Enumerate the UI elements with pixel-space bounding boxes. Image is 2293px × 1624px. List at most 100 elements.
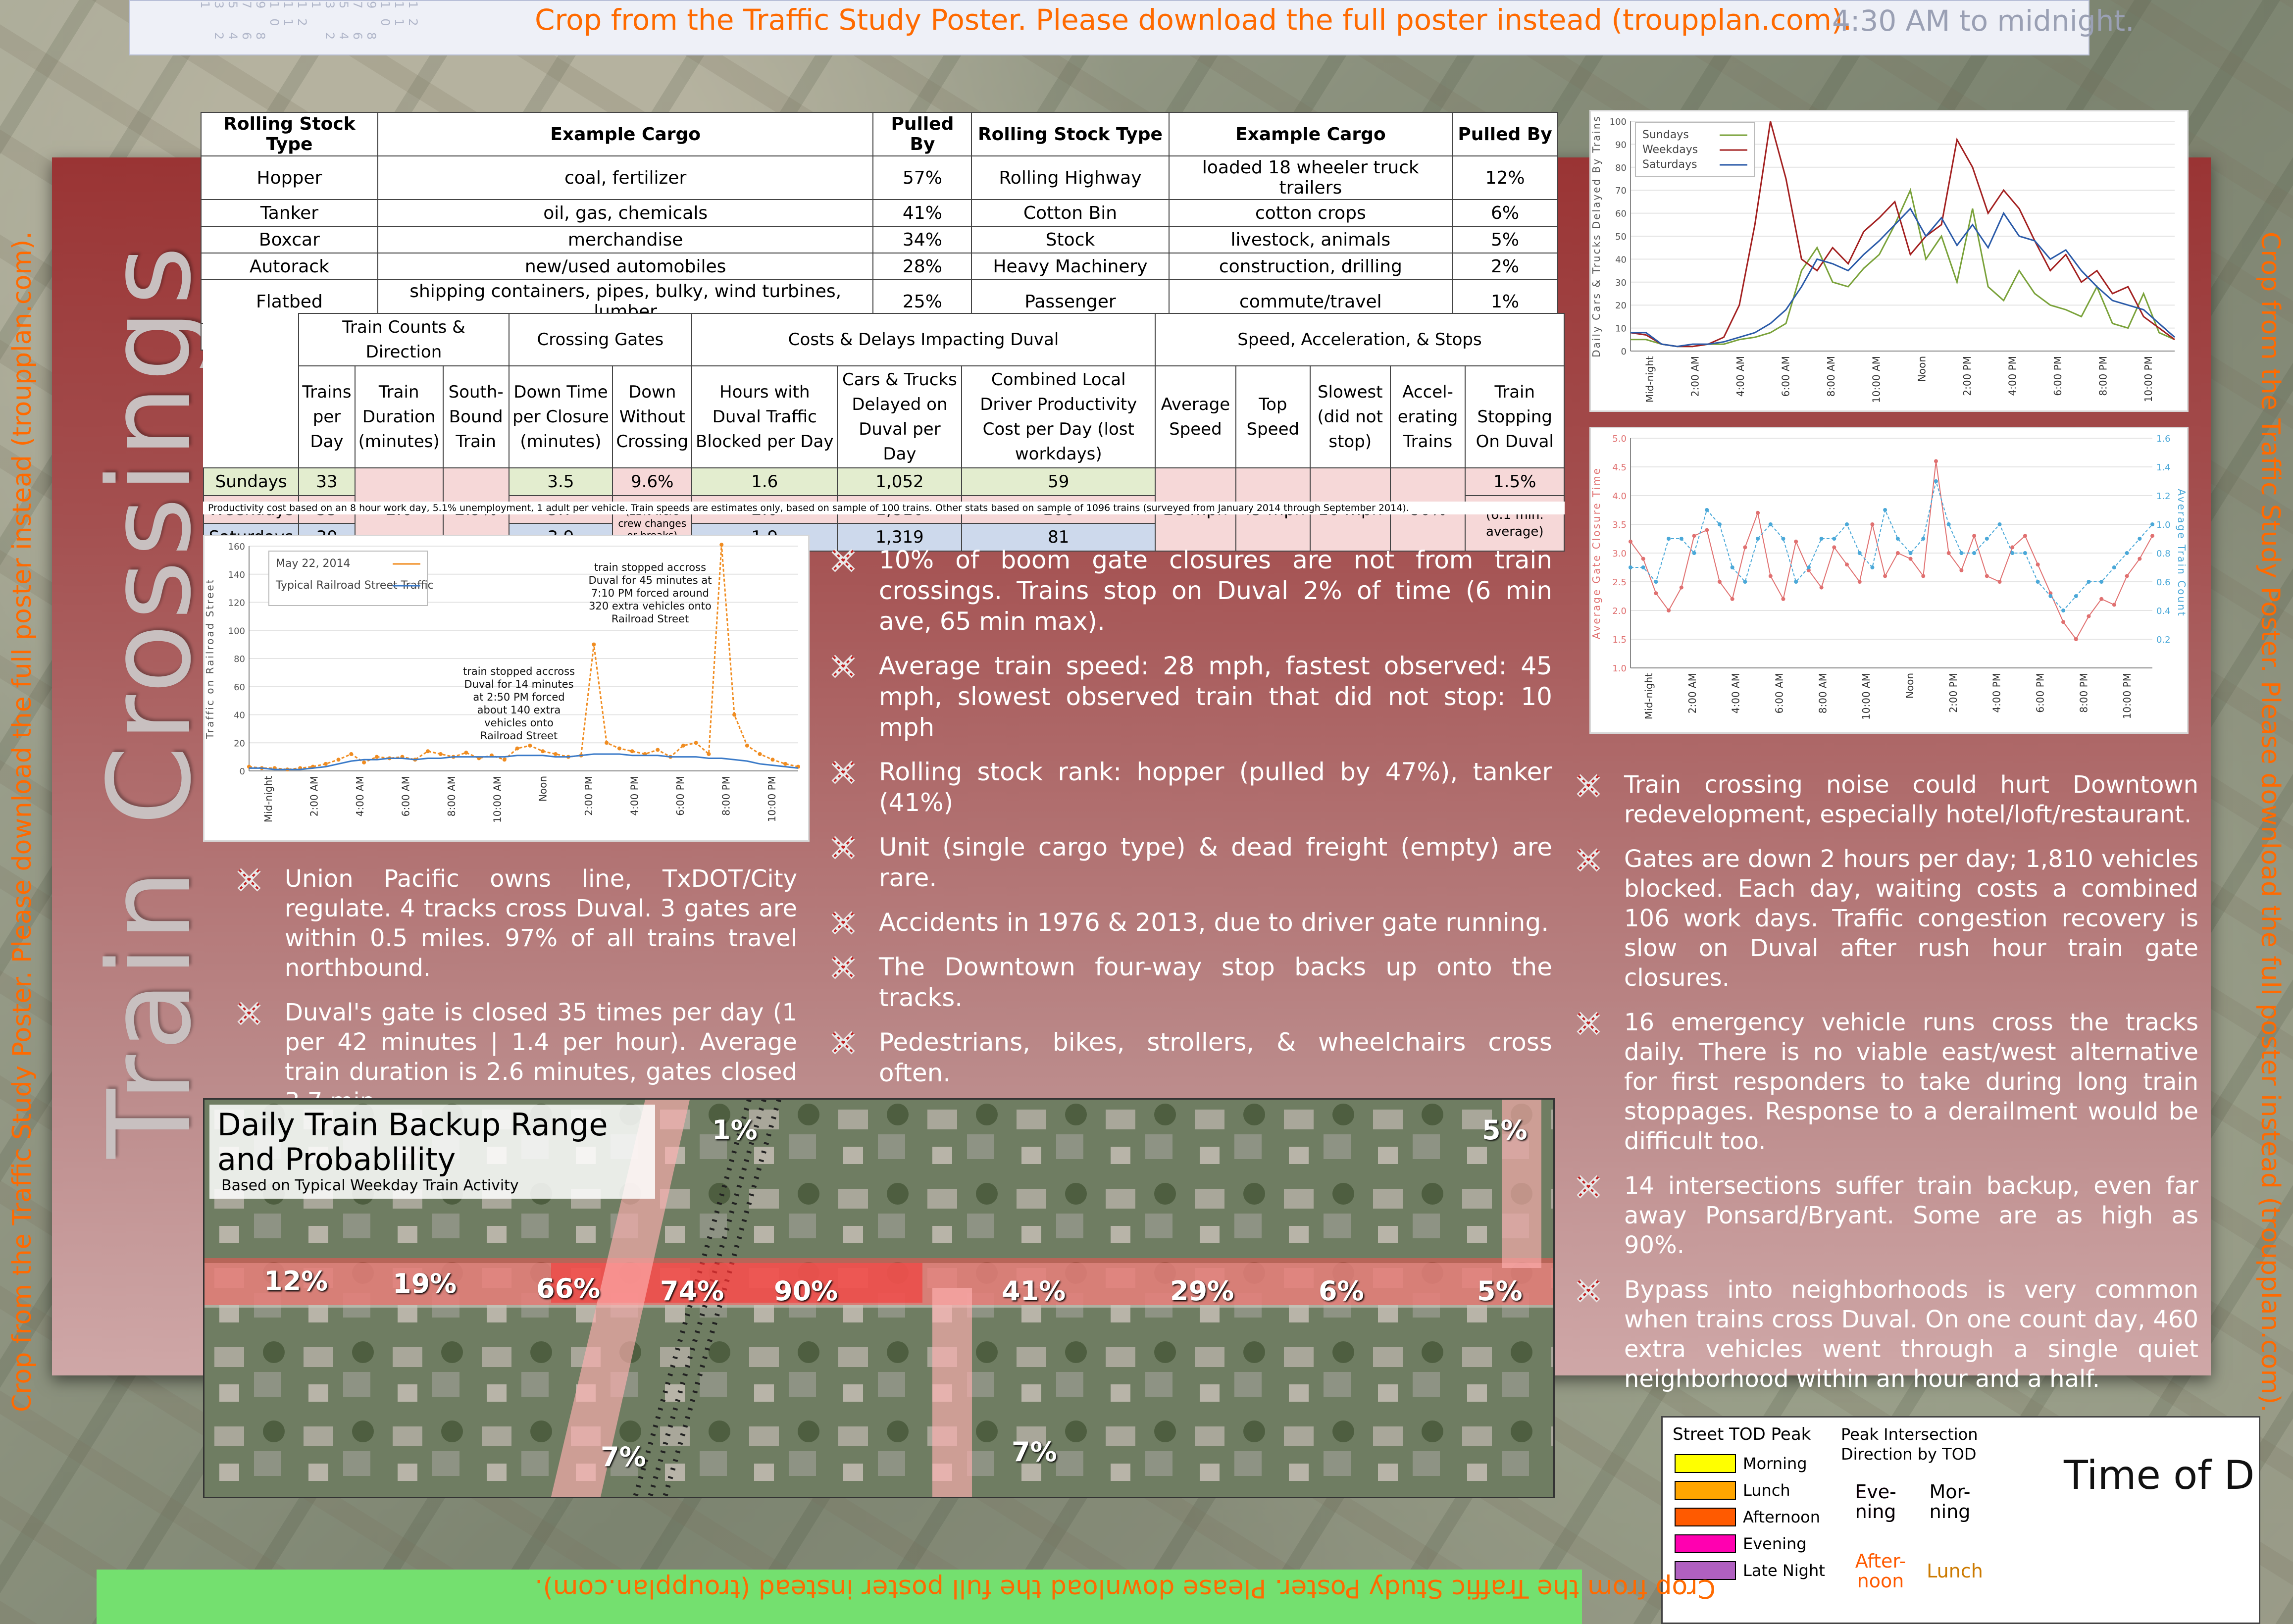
x-tick-label: 6:00 PM <box>2052 356 2064 396</box>
map-label: 1% <box>712 1115 758 1146</box>
data-point <box>1832 545 1836 550</box>
x-tick-label: 4:00 PM <box>629 776 641 816</box>
gate-closure-chart: 1.0 1.5 2.0 2.5 3.0 3.5 4.0 4.5 5.0 0.2 0.4 0.6 0.8 1… <box>1589 427 2189 734</box>
table-row: Sundays 33 2.6 2.9% 3.5 9.6% 1.6 1,052 5… <box>203 467 1565 552</box>
x-tick-group: 4:00 PM <box>2006 356 2018 396</box>
data-point <box>2138 557 2142 561</box>
crossing-sign-icon <box>831 549 855 572</box>
series-line <box>1630 461 2153 640</box>
data-point <box>1832 537 1836 541</box>
map-title-line: Daily Train Backup Range <box>217 1107 608 1143</box>
crossing-sign-icon <box>831 911 855 935</box>
stopping-cell: 1.5% <box>1465 467 1565 496</box>
x-tick-label: 10:00 PM <box>766 776 778 822</box>
x-tick-label: Noon <box>537 776 549 802</box>
table-cell: Rolling Highway <box>971 155 1170 200</box>
group-header-row: Train Counts & Direction Crossing Gates … <box>204 313 1565 366</box>
data-point <box>1743 545 1747 550</box>
x-tick-group: 8:00 PM <box>720 776 732 816</box>
legend-swatch <box>1675 1534 1736 1553</box>
data-point <box>2061 609 2066 612</box>
col-header: Down Without Crossing <box>612 365 693 468</box>
bullet-item: Bypass into neighborhoods is very common… <box>1575 1275 2198 1394</box>
legend-label: Morning <box>1743 1454 1807 1473</box>
x-tick-label: 10:00 AM <box>491 776 503 823</box>
col-header-row: Trains per Day Train Duration (minutes) … <box>204 365 1565 468</box>
data-point <box>1921 574 1926 578</box>
data-point <box>2036 562 2040 567</box>
x-tick-label: 10:00 PM <box>2121 673 2133 719</box>
data-point <box>1794 539 1798 544</box>
col-header: Accel-erating Trains <box>1389 365 1466 468</box>
x-tick-group: 10:00 AM <box>1871 356 1883 403</box>
data-point <box>1921 537 1926 541</box>
bullet-item: 14 intersections suffer train backup, ev… <box>1575 1171 2198 1260</box>
x-tick-label: 2:00 AM <box>1686 673 1698 713</box>
x-tick-label: 6:00 AM <box>1780 356 1792 397</box>
table-cell: Boxcar <box>201 226 378 254</box>
table-header-row: Rolling Stock Type Example Cargo Pulled … <box>201 112 1558 156</box>
data-point <box>1692 534 1696 538</box>
data-point <box>605 741 609 745</box>
chart-annotation: train stopped accross Duval for 45 minut… <box>588 561 712 625</box>
x-tick-group: 10:00 PM <box>2142 356 2154 402</box>
y-tick-label: 30 <box>1615 278 1627 288</box>
x-tick-label: 6:00 AM <box>1773 673 1785 713</box>
data-point <box>1845 562 1849 567</box>
crossing-sign-icon <box>831 836 855 860</box>
data-point <box>1959 551 1964 555</box>
table-cell: 2% <box>1452 253 1558 280</box>
data-point <box>1972 534 1977 538</box>
downtime-cell: 3.5 <box>508 467 613 496</box>
bullet-text: Gates are down 2 hours per day; 1,810 ve… <box>1624 845 2198 992</box>
legend-swatch <box>1675 1508 1736 1526</box>
table-cell: coal, fertilizer <box>377 155 874 200</box>
data-point <box>2112 565 2116 569</box>
data-point <box>1743 580 1747 584</box>
y-tick-label: 5.0 <box>1612 434 1627 444</box>
x-tick-group: 6:00 PM <box>2052 356 2064 396</box>
crop-notice-bottom: Crop from the Traffic Study Poster. Plea… <box>535 1573 1716 1603</box>
data-point <box>1946 522 1951 526</box>
data-point <box>1845 522 1849 526</box>
backup-band-south <box>932 1288 972 1497</box>
table-cell: oil, gas, chemicals <box>377 199 874 227</box>
data-point <box>2048 594 2053 598</box>
x-tick-group: 6:00 PM <box>674 776 686 816</box>
table-cell: Hopper <box>201 155 378 200</box>
bullet-text: Rolling stock rank: hopper (pulled by 47… <box>879 758 1552 817</box>
series-line <box>249 753 799 770</box>
data-point <box>2125 551 2129 555</box>
bullet-item: Pedestrians, bikes, strollers, & wheelch… <box>829 1027 1552 1088</box>
y2-tick-label: 0.8 <box>2156 549 2171 559</box>
x-tick-group: Noon <box>1904 673 1916 699</box>
data-point <box>1934 459 1938 463</box>
annotation-text: train stopped accross Duval for 45 minut… <box>588 561 712 625</box>
right-bullet-list: Train crossing noise could hurt Downtown… <box>1575 770 2198 1409</box>
group-header: Speed, Acceleration, & Stops <box>1155 313 1565 366</box>
legend-label: Saturdays <box>1642 158 1697 171</box>
data-point <box>630 749 634 754</box>
chart-legend: May 22, 2014Typical Railroad Street Traf… <box>268 551 434 606</box>
y2-tick-label: 1.0 <box>2156 520 2171 530</box>
bullet-text: 14 intersections suffer train backup, ev… <box>1624 1172 2198 1259</box>
y-tick-label: 120 <box>228 598 245 609</box>
x-tick-group: 10:00 AM <box>491 776 503 823</box>
col-header: Slowest (did not stop) <box>1309 365 1391 468</box>
x-tick-group: Mid-night <box>1643 673 1655 719</box>
col-header: Cars & Trucks Delayed on Duval per Day <box>837 365 963 468</box>
y-tick-label: 20 <box>234 738 245 749</box>
table-cell: Stock <box>971 226 1170 254</box>
gate-closure-chart-svg: 1.0 1.5 2.0 2.5 3.0 3.5 4.0 4.5 5.0 0.2 0.4 0.6 0.8 1… <box>1590 434 2188 720</box>
x-tick-label: 4:00 PM <box>1991 673 2003 713</box>
crossing-sign-icon <box>831 956 855 979</box>
data-point <box>1654 591 1658 596</box>
map-label: 19% <box>393 1268 457 1299</box>
data-point <box>1768 574 1773 578</box>
x-tick-label: Mid-night <box>1644 356 1656 403</box>
y2-tick-label: 0.2 <box>2156 635 2171 645</box>
top-banner-right-text: 4:30 AM to midnight. <box>1832 4 2135 38</box>
crossing-sign-icon <box>831 1031 855 1055</box>
y-tick-label: 0 <box>1621 347 1627 357</box>
map-label: 7% <box>601 1441 646 1472</box>
